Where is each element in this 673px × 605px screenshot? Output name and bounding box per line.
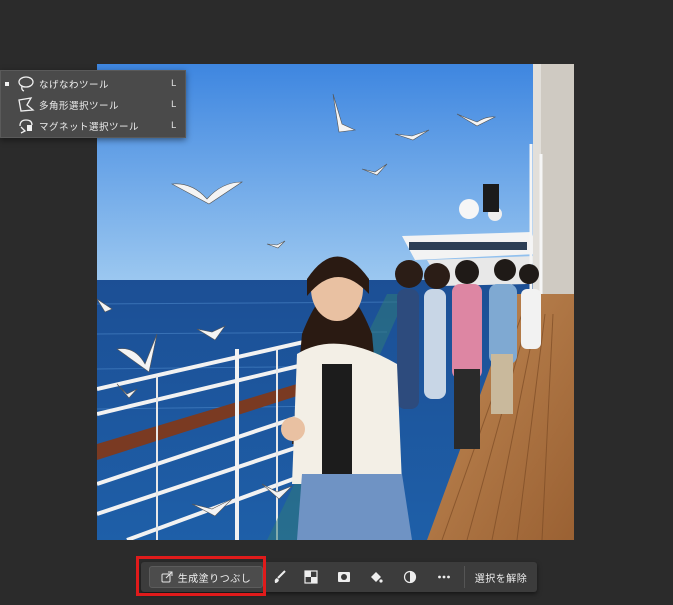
tool-item-label: マグネット選択ツール <box>39 121 140 133</box>
polygonal-lasso-icon <box>13 96 39 114</box>
selection-mask-icon <box>338 572 350 582</box>
contextual-task-bar: 生成塗りつぶし 選択を解除 <box>141 562 537 592</box>
magnetic-lasso-icon <box>13 117 39 135</box>
adjustment-button[interactable] <box>399 567 421 587</box>
generative-fill-button[interactable]: 生成塗りつぶし <box>149 566 263 588</box>
lasso-tool-flyout: なげなわツール L 多角形選択ツール L マグネット選択ツール L <box>0 70 186 138</box>
brush-button[interactable] <box>269 567 291 587</box>
mask-button[interactable] <box>300 567 322 587</box>
tool-item-shortcut: L <box>171 99 177 110</box>
tool-item-polygonal-lasso[interactable]: 多角形選択ツール L <box>1 94 185 115</box>
tool-item-shortcut: L <box>171 78 177 89</box>
tool-item-shortcut: L <box>171 120 177 131</box>
adjustment-icon <box>403 570 417 584</box>
tool-item-lasso[interactable]: なげなわツール L <box>1 73 185 94</box>
task-bar-divider <box>464 566 465 588</box>
fill-icon <box>371 572 383 583</box>
generative-fill-icon <box>161 571 173 583</box>
brush-icon <box>274 570 286 583</box>
tool-item-magnetic-lasso[interactable]: マグネット選択ツール L <box>1 115 185 136</box>
more-options-button[interactable] <box>433 567 455 587</box>
more-icon <box>438 575 450 579</box>
selection-mask-button[interactable] <box>333 567 355 587</box>
lasso-icon <box>13 75 39 93</box>
deselect-button[interactable]: 選択を解除 <box>469 567 533 587</box>
generative-fill-label: 生成塗りつぶし <box>177 573 252 585</box>
selected-bullet <box>1 81 13 86</box>
tool-item-label: 多角形選択ツール <box>39 100 120 112</box>
fill-button[interactable] <box>365 567 387 587</box>
tool-item-label: なげなわツール <box>39 79 110 91</box>
mask-icon <box>304 570 318 584</box>
